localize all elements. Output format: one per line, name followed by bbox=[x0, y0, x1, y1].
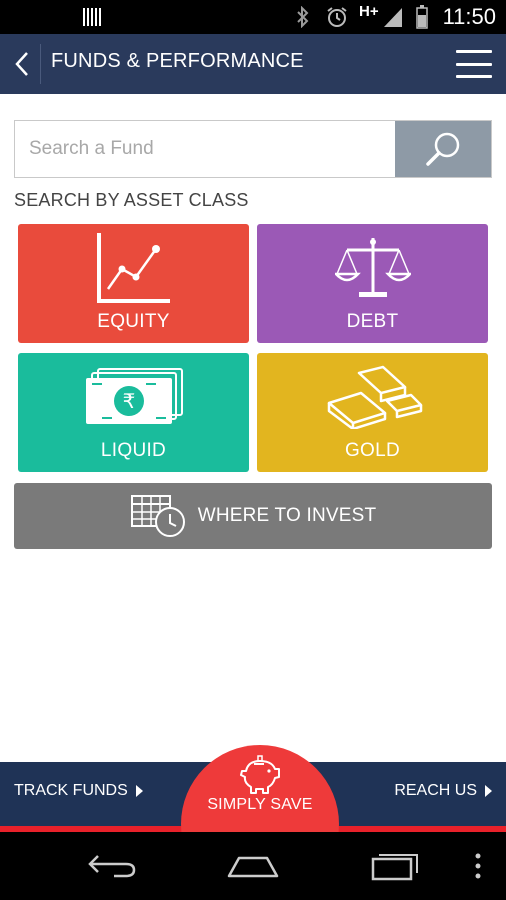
search-box bbox=[14, 120, 492, 178]
back-button[interactable] bbox=[6, 44, 38, 84]
simply-save-label: SIMPLY SAVE bbox=[207, 796, 313, 813]
recent-apps-icon bbox=[371, 854, 418, 881]
clock: 11:50 bbox=[442, 4, 496, 29]
arrow-right-icon bbox=[485, 785, 492, 797]
reach-us-label: REACH US bbox=[394, 782, 477, 799]
menu-button[interactable] bbox=[456, 50, 492, 78]
network-type: H+ bbox=[358, 2, 379, 20]
chevron-left-icon bbox=[15, 52, 28, 76]
bluetooth-icon bbox=[291, 5, 315, 29]
page-title: FUNDS & PERFORMANCE bbox=[51, 50, 304, 72]
header-divider bbox=[40, 44, 41, 84]
piggy-bank-icon bbox=[240, 755, 280, 794]
nav-back-button[interactable] bbox=[84, 846, 140, 886]
search-icon bbox=[426, 132, 460, 166]
back-arrow-icon bbox=[88, 855, 136, 878]
balance-scale-icon bbox=[334, 238, 411, 297]
svg-text:₹: ₹ bbox=[122, 389, 135, 413]
hamburger-line bbox=[456, 75, 492, 78]
tile-label: GOLD bbox=[344, 440, 401, 461]
tile-equity[interactable]: EQUITY bbox=[18, 224, 249, 343]
hamburger-line bbox=[456, 50, 492, 53]
nav-recent-apps-button[interactable] bbox=[368, 846, 422, 886]
track-funds-link[interactable]: TRACK FUNDS bbox=[14, 782, 143, 800]
hamburger-line bbox=[456, 62, 492, 66]
tile-liquid[interactable]: ₹ LIQUID bbox=[18, 353, 249, 472]
more-vertical-icon bbox=[475, 853, 481, 879]
calendar-clock-icon bbox=[130, 495, 185, 537]
search-input[interactable] bbox=[15, 121, 395, 177]
signal-icon bbox=[381, 5, 405, 29]
reach-us-link[interactable]: REACH US bbox=[394, 782, 492, 800]
tile-gold[interactable]: GOLD bbox=[257, 353, 488, 472]
tile-debt[interactable]: DEBT bbox=[257, 224, 488, 343]
system-nav-bar bbox=[0, 832, 506, 900]
tile-label: EQUITY bbox=[97, 311, 170, 332]
battery-icon bbox=[415, 5, 429, 29]
barcode-icon bbox=[83, 8, 101, 26]
home-icon bbox=[227, 856, 279, 878]
search-button[interactable] bbox=[395, 121, 491, 177]
nav-overflow-button[interactable] bbox=[466, 846, 490, 886]
where-to-invest-label: WHERE TO INVEST bbox=[197, 505, 377, 526]
track-funds-label: TRACK FUNDS bbox=[14, 782, 128, 799]
tile-label: LIQUID bbox=[100, 440, 167, 461]
alarm-icon bbox=[325, 5, 349, 29]
arrow-right-icon bbox=[135, 785, 143, 797]
section-label: SEARCH BY ASSET CLASS bbox=[14, 190, 249, 210]
nav-home-button[interactable] bbox=[224, 846, 282, 886]
rupee-notes-icon: ₹ bbox=[85, 368, 183, 424]
app-header: FUNDS & PERFORMANCE bbox=[0, 34, 506, 94]
tile-label: DEBT bbox=[346, 311, 399, 332]
gold-bars-icon bbox=[327, 365, 422, 429]
status-bar: H+ 11:50 bbox=[0, 0, 506, 34]
line-chart-icon bbox=[96, 233, 170, 303]
where-to-invest-button[interactable]: WHERE TO INVEST bbox=[14, 483, 492, 549]
